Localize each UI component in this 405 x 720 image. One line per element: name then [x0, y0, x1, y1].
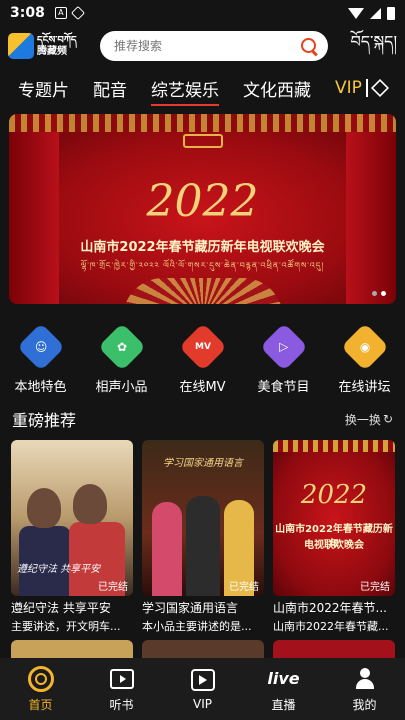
pager-dot [372, 291, 377, 296]
comedy-icon: ✿ [97, 322, 146, 372]
video-thumbnail: 遵纪守法 共享平安 已完结 [11, 440, 133, 596]
mv-icon: MV [178, 322, 227, 372]
card-subtitle: 本小品主要讲述的是... [142, 620, 252, 633]
shortcut-food[interactable]: ▷ 美食节目 [243, 322, 324, 400]
banner-year: 2022 [146, 176, 259, 227]
category-tabs: 专题片 配音 综艺娱乐 文化西藏 VIP [0, 72, 405, 106]
thumbnail-caption: 遵纪守法 共享平安 [17, 564, 101, 575]
recommend-cards: 遵纪守法 共享平安 已完结 遵纪守法 共享平安 主要讲述，开文明车... 学习国… [11, 440, 395, 634]
notification-a-icon: A [54, 7, 67, 19]
logo-text-tibetan: དངོས་བཀོད [37, 35, 77, 46]
nav-profile[interactable]: 我的 [324, 658, 405, 720]
banner-knot-icon [182, 134, 223, 148]
card-title: 学习国家通用语言 [142, 601, 239, 615]
app-logo[interactable]: དངོས་བཀོད 腾藏频 [8, 29, 88, 63]
shortcut-label: 美食节目 [257, 380, 310, 395]
logo-play-icon [8, 33, 34, 59]
shortcut-label: 本地特色 [14, 380, 67, 395]
video-thumbnail-partial[interactable] [142, 640, 264, 660]
thumbnail-line-2: 电视联欢晚会 [304, 540, 364, 551]
thumbnail-caption: 学习国家通用语言 [163, 458, 243, 469]
status-badge: 已完结 [98, 582, 128, 593]
layers-icon[interactable] [370, 78, 389, 98]
signal-icon [370, 7, 381, 19]
nav-live[interactable]: live 直播 [243, 658, 324, 720]
card-title: 山南市2022年春节... [273, 601, 387, 615]
recommend-section-header: 重磅推荐 换一换 ↻ [12, 406, 393, 432]
tab-documentary[interactable]: 专题片 [18, 76, 69, 101]
category-shortcuts: ☺ 本地特色 ✿ 相声小品 MV 在线MV ▷ 美食节目 ◉ 在线讲坛 [0, 322, 405, 400]
search-input[interactable] [114, 39, 300, 53]
pager-dot-active [381, 291, 386, 296]
banner-subtitle: ལྷོ་ཁ་གྲོང་ཁྱེར་གྱི་༢༠༢༢ ལོའི་ལོ་གསར་དུས… [80, 261, 325, 270]
status-badge: 已完结 [360, 582, 390, 593]
status-badge: 已完结 [229, 582, 259, 593]
nav-label: VIP [193, 697, 212, 711]
video-thumbnail-partial[interactable] [11, 640, 133, 660]
shortcut-label: 相声小品 [95, 380, 148, 395]
tab-vip[interactable]: VIP [335, 78, 362, 98]
banner-pager [372, 291, 386, 296]
nav-vip[interactable]: VIP [162, 658, 243, 720]
audiobook-icon [109, 668, 134, 689]
nav-audiobook[interactable]: 听书 [81, 658, 162, 720]
video-card[interactable]: 学习国家通用语言 已完结 学习国家通用语言 本小品主要讲述的是... [142, 440, 264, 634]
thumbnail-year: 2022 [300, 480, 368, 510]
video-thumbnail-partial[interactable] [273, 640, 395, 660]
local-feature-icon: ☺ [16, 322, 65, 372]
card-subtitle: 山南市2022年春节藏... [273, 620, 389, 633]
battery-icon [387, 6, 395, 20]
nav-label: 首页 [28, 697, 53, 712]
shortcut-label: 在线讲坛 [338, 380, 391, 395]
notification-diamond-icon [70, 5, 85, 21]
refresh-label: 换一换 [344, 412, 381, 427]
status-time: 3:08 [10, 5, 45, 21]
food-icon: ▷ [259, 322, 308, 372]
nav-label: 直播 [271, 697, 296, 712]
video-thumbnail: 2022 山南市2022年春节藏历新年 电视联欢晚会 已完结 [273, 440, 395, 596]
tab-dubbing[interactable]: 配音 [93, 76, 127, 101]
next-row-peek [11, 640, 395, 660]
video-card[interactable]: 2022 山南市2022年春节藏历新年 电视联欢晚会 已完结 山南市2022年春… [273, 440, 395, 634]
card-subtitle: 主要讲述，开文明车... [11, 620, 121, 633]
tab-variety[interactable]: 综艺娱乐 [151, 76, 219, 106]
user-icon [355, 667, 375, 690]
card-title: 遵纪守法 共享平安 [11, 601, 111, 615]
wifi-icon [348, 7, 364, 19]
banner-fan-decoration [122, 278, 283, 304]
live-icon: live [267, 669, 300, 688]
vip-icon [190, 669, 215, 691]
shortcut-comedy[interactable]: ✿ 相声小品 [81, 322, 162, 400]
shortcut-local-feature[interactable]: ☺ 本地特色 [0, 322, 81, 400]
video-card[interactable]: 遵纪守法 共享平安 已完结 遵纪守法 共享平安 主要讲述，开文明车... [11, 440, 133, 634]
search-icon[interactable] [300, 37, 318, 55]
nav-label: 我的 [352, 697, 377, 712]
section-title: 重磅推荐 [12, 411, 77, 430]
top-bar: དངོས་བཀོད 腾藏频 བོད་སྐད། [0, 28, 405, 64]
lecture-icon: ◉ [340, 322, 389, 372]
nav-label: 听书 [109, 697, 134, 712]
hero-banner[interactable]: 2022 山南市2022年春节藏历新年电视联欢晚会 ལྷོ་ཁ་གྲོང་ཁྱེ… [9, 114, 396, 304]
logo-text-chinese: 腾藏频 [37, 46, 67, 57]
bottom-navigation: 首页 听书 VIP live 直播 我的 [0, 658, 405, 720]
shortcut-lecture[interactable]: ◉ 在线讲坛 [324, 322, 405, 400]
tab-divider [365, 79, 368, 97]
refresh-button[interactable]: 换一换 ↻ [345, 411, 393, 428]
home-icon [27, 665, 54, 692]
shortcut-label: 在线MV [179, 380, 226, 395]
refresh-icon: ↻ [382, 412, 393, 426]
language-toggle-button[interactable]: བོད་སྐད། [351, 24, 398, 69]
banner-border-pattern [9, 114, 396, 132]
video-thumbnail: 学习国家通用语言 已完结 [142, 440, 264, 596]
status-bar: 3:08 A [0, 0, 405, 26]
tab-tibet-culture[interactable]: 文化西藏 [243, 76, 311, 101]
search-bar[interactable] [100, 31, 328, 61]
banner-title: 山南市2022年春节藏历新年电视联欢晚会 [80, 240, 325, 255]
nav-home[interactable]: 首页 [0, 658, 81, 720]
shortcut-mv[interactable]: MV 在线MV [162, 322, 243, 400]
